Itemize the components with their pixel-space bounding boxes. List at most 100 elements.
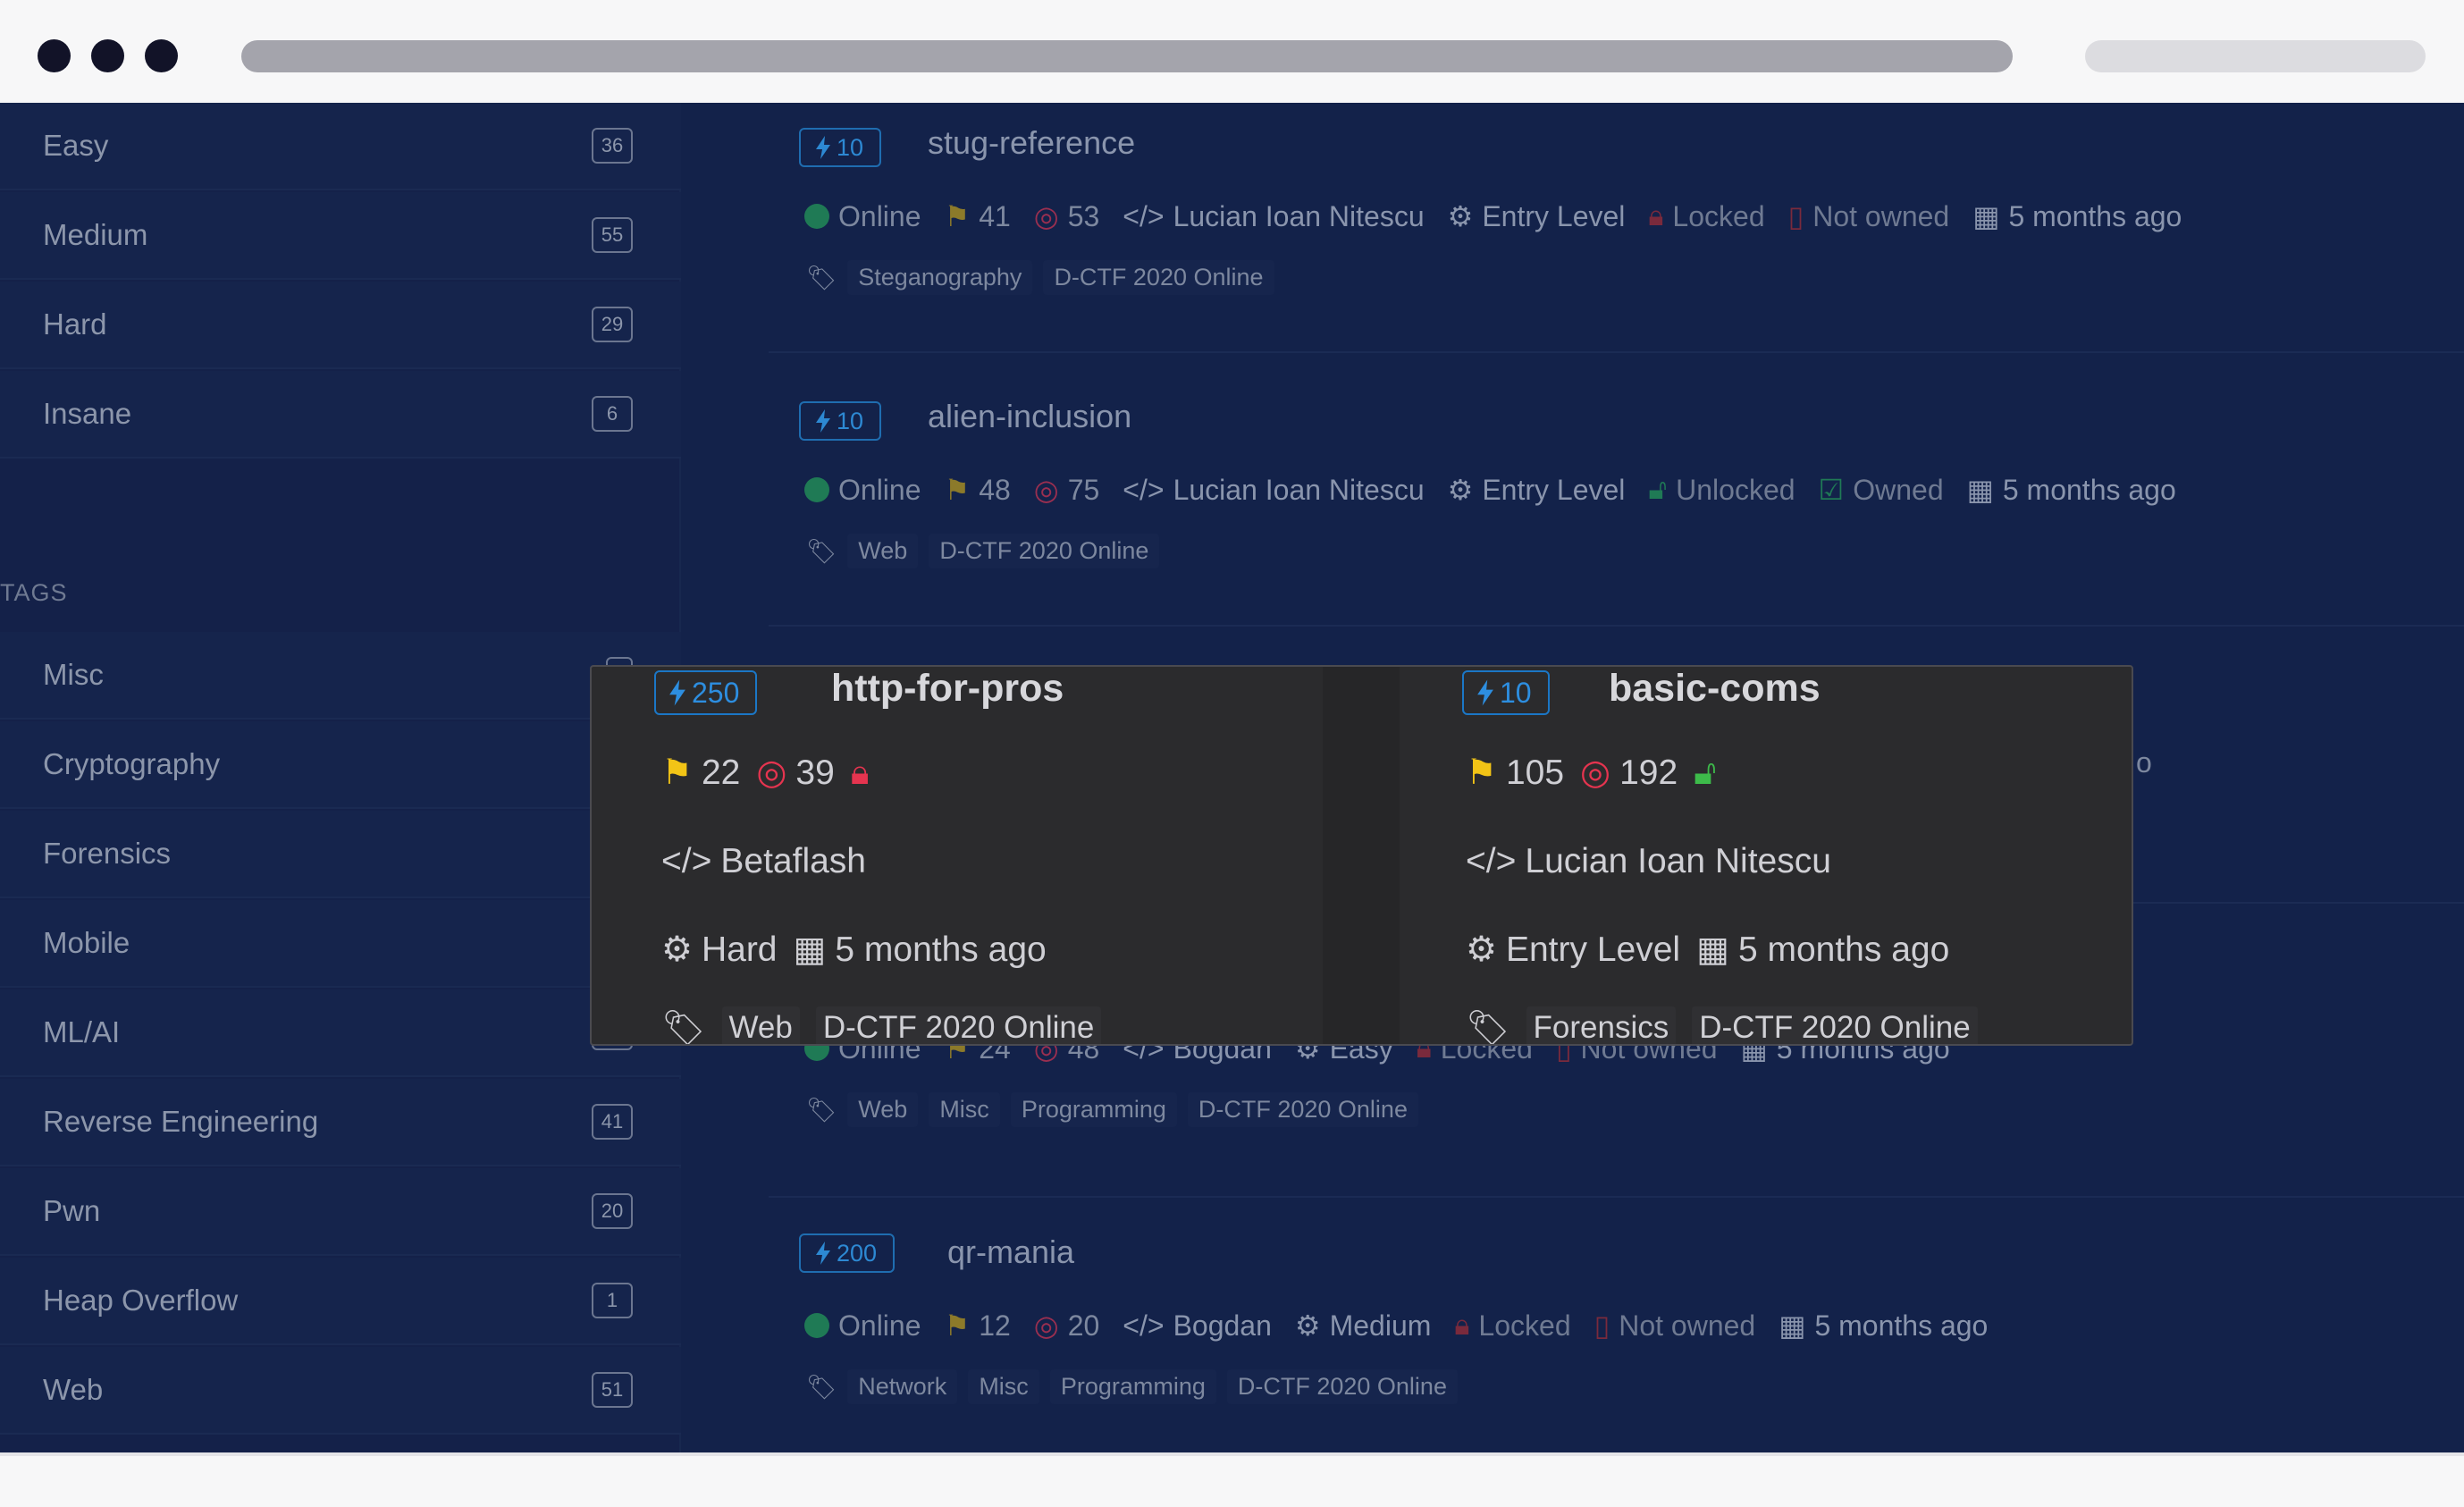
sidebar-item-heap-overflow[interactable]: Heap Overflow 1 — [0, 1258, 681, 1345]
challenge-title[interactable]: stug-reference — [928, 124, 1135, 162]
tag-chip[interactable]: Web — [847, 1092, 919, 1127]
target-icon: ◎ — [1033, 200, 1059, 232]
bolt-icon — [669, 679, 685, 706]
solves-count: 12 — [979, 1309, 1011, 1342]
code-icon: </> — [1466, 842, 1517, 880]
sidebar-item-cryptography[interactable]: Cryptography — [0, 721, 681, 809]
tag-chip[interactable]: Misc — [929, 1092, 1000, 1127]
tag-chip[interactable]: Programming — [1010, 1092, 1177, 1127]
sidebar-item-forensics[interactable]: Forensics — [0, 811, 681, 898]
tag-chip[interactable]: Misc — [968, 1369, 1039, 1404]
count-badge: 1 — [592, 1283, 633, 1318]
points-badge: 200 — [799, 1233, 896, 1273]
sidebar-item-pwn[interactable]: Pwn 20 — [0, 1168, 681, 1256]
count-badge: 51 — [592, 1372, 633, 1408]
count-badge: 36 — [592, 128, 633, 164]
sidebar-item-label: Heap Overflow — [43, 1284, 239, 1317]
tags-icon: 🏷︎ — [661, 1009, 706, 1046]
address-bar[interactable] — [241, 40, 2013, 72]
tag-list: 🏷︎ Web Misc Programming D-CTF 2020 Onlin… — [806, 1092, 1418, 1127]
author-name[interactable]: Betaflash — [720, 842, 866, 881]
tag-chip[interactable]: D-CTF 2020 Online — [1187, 1092, 1418, 1127]
challenge-title[interactable]: qr-mania — [947, 1233, 1074, 1271]
points-badge: 10 — [1462, 670, 1550, 715]
challenge-card[interactable]: 200 qr-mania Online ⚑ 12 ◎ 20 </> Bogdan ⚙ M… — [769, 1207, 2464, 1452]
date-text: 5 months ago — [1737, 930, 1950, 969]
browser-bottom-bar — [0, 1452, 2464, 1507]
owned-state: Not owned — [1619, 1309, 1756, 1342]
search-bar[interactable] — [2085, 40, 2426, 72]
tags-icon: 🏷︎ — [806, 537, 837, 565]
challenge-title[interactable]: http-for-pros — [831, 667, 1064, 711]
sidebar-item-reverse-engineering[interactable]: Reverse Engineering 41 — [0, 1079, 681, 1166]
count-badge: 20 — [592, 1193, 633, 1229]
square-icon: ▯ — [1594, 1309, 1610, 1342]
tags-icon: 🏷︎ — [806, 264, 837, 291]
calendar-icon: ▦ — [1696, 930, 1729, 969]
flag-icon: ⚑ — [944, 200, 971, 232]
date-text: 5 months ago — [835, 930, 1047, 969]
tag-list: 🏷︎ Web D-CTF 2020 Online — [806, 534, 1160, 568]
sidebar-item-label: Easy — [43, 129, 109, 162]
attempts-count: 75 — [1067, 473, 1100, 506]
gears-icon: ⚙ — [1294, 1309, 1321, 1342]
popover-card-right[interactable]: 10 basic-coms ⚑ 105 ◎ 192 🔓︎ </> Lucian Ioa… — [1400, 667, 2132, 1044]
online-status-icon — [804, 477, 829, 502]
sidebar-item-misc[interactable]: Misc — [0, 632, 681, 720]
solves-count: 105 — [1505, 753, 1565, 792]
tag-chip[interactable]: Network — [847, 1369, 958, 1404]
tag-chip[interactable]: Programming — [1049, 1369, 1216, 1404]
tag-chip[interactable]: D-CTF 2020 Online — [815, 1006, 1102, 1044]
challenge-title[interactable]: alien-inclusion — [928, 398, 1131, 435]
difficulty-text: Hard — [701, 930, 778, 969]
difficulty-row: ⚙ Entry Level ▦ 5 months ago — [1466, 930, 1949, 970]
challenge-meta: Online ⚑ 41 ◎ 53 </> Lucian Ioan Nitescu ⚙ E… — [804, 199, 2182, 233]
target-icon: ◎ — [1580, 754, 1611, 792]
popover-card-left[interactable]: 250 http-for-pros ⚑ 22 ◎ 39 🔒︎ </> Betaflas… — [592, 667, 1323, 1046]
sidebar-item-insane[interactable]: Insane 6 — [0, 371, 681, 459]
stats-row: ⚑ 22 ◎ 39 🔒︎ — [661, 753, 870, 793]
sidebar-item-easy[interactable]: Easy 36 — [0, 103, 681, 190]
author-name[interactable]: Lucian Ioan Nitescu — [1173, 200, 1425, 233]
gears-icon: ⚙ — [661, 930, 693, 969]
sidebar-item-mobile[interactable]: Mobile 4 — [0, 900, 681, 988]
solves-count: 48 — [979, 473, 1011, 506]
author-row: </> Lucian Ioan Nitescu — [1466, 842, 1831, 881]
tag-chip[interactable]: Web — [721, 1006, 800, 1044]
author-name[interactable]: Bogdan — [1173, 1309, 1272, 1343]
lock-state: Locked — [1672, 199, 1765, 232]
lock-state: Locked — [1478, 1309, 1571, 1342]
tag-chip[interactable]: D-CTF 2020 Online — [929, 534, 1160, 568]
tag-list: 🏷︎ Forensics D-CTF 2020 Online — [1466, 1006, 1978, 1044]
points-value: 10 — [837, 408, 864, 434]
window-minimize-dot[interactable] — [91, 39, 124, 72]
lock-icon: 🔒︎ — [1648, 199, 1664, 232]
sidebar-item-medium[interactable]: Medium 55 — [0, 192, 681, 280]
tag-chip[interactable]: D-CTF 2020 Online — [1692, 1006, 1978, 1044]
tags-icon: 🏷︎ — [806, 1373, 837, 1401]
bolt-icon — [816, 1242, 830, 1265]
tag-chip[interactable]: Web — [847, 534, 919, 568]
sidebar-item-ml-ai[interactable]: ML/AI 2 — [0, 989, 681, 1077]
gears-icon: ⚙ — [1447, 474, 1474, 506]
challenge-card[interactable]: 10 alien-inclusion Online ⚑ 48 ◎ 75 </> Luc… — [769, 376, 2464, 627]
author-name[interactable]: Lucian Ioan Nitescu — [1525, 842, 1831, 881]
tag-chip[interactable]: D-CTF 2020 Online — [1226, 1369, 1458, 1404]
tag-chip[interactable]: Forensics — [1526, 1006, 1677, 1044]
checkbox-icon: ☑ — [1818, 474, 1845, 506]
window-close-dot[interactable] — [38, 39, 71, 72]
tag-chip[interactable]: D-CTF 2020 Online — [1043, 260, 1274, 295]
attempts-count: 53 — [1067, 199, 1100, 232]
status-text: Online — [838, 199, 921, 232]
window-zoom-dot[interactable] — [145, 39, 178, 72]
author-name[interactable]: Lucian Ioan Nitescu — [1173, 474, 1425, 507]
challenge-meta: Online ⚑ 48 ◎ 75 </> Lucian Ioan Nitescu ⚙ E… — [804, 473, 2176, 507]
date-text: 5 months ago — [2008, 199, 2182, 232]
sidebar-item-hard[interactable]: Hard 29 — [0, 282, 681, 369]
sidebar-item-web[interactable]: Web 51 — [0, 1347, 681, 1435]
sidebar-item-label: Forensics — [43, 837, 172, 870]
tag-chip[interactable]: Steganography — [847, 260, 1033, 295]
target-icon: ◎ — [756, 754, 787, 792]
challenge-title[interactable]: basic-coms — [1609, 667, 1821, 711]
challenge-card[interactable]: 10 stug-reference Online ⚑ 41 ◎ 53 </> Luci… — [769, 103, 2464, 353]
